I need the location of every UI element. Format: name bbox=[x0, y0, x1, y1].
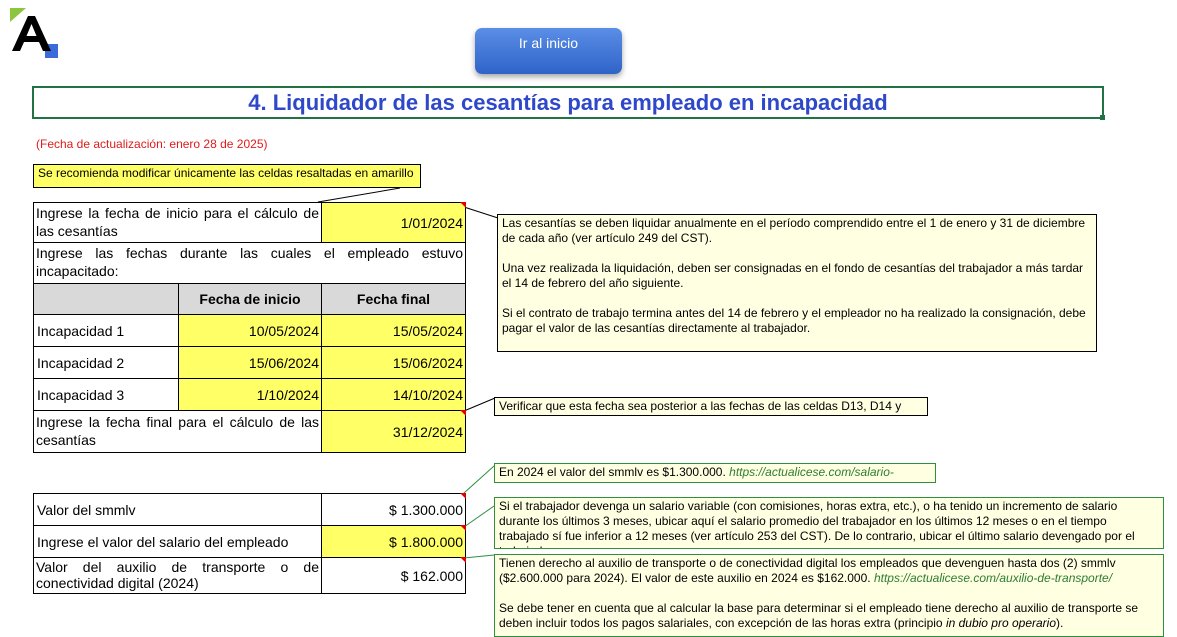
incapacity-2-label: Incapacidad 2 bbox=[33, 346, 179, 379]
incapacity-1-label: Incapacidad 1 bbox=[33, 314, 179, 347]
incapacity-2-end[interactable]: 15/06/2024 bbox=[321, 346, 466, 379]
comment-indicator bbox=[460, 557, 466, 563]
cesantias-comment-p3: Si el contrato de trabajo termina antes … bbox=[502, 306, 1086, 335]
comment-indicator bbox=[460, 525, 466, 531]
verify-comment: Verificar que esta fecha sea posterior a… bbox=[494, 397, 928, 416]
transport-link[interactable]: https://actualicese.com/auxilio-de-trans… bbox=[874, 571, 1112, 585]
col-header-end: Fecha final bbox=[321, 283, 466, 315]
transport-value: $ 162.000 bbox=[400, 567, 463, 584]
cesantias-comment: Las cesantías se deben liquidar anualmen… bbox=[497, 214, 1097, 352]
cesantias-comment-p2: Una vez realizada la liquidación, deben … bbox=[502, 261, 1084, 290]
smmlv-comment-text: En 2024 el valor del smmlv es $1.300.000… bbox=[499, 465, 726, 479]
salary-label: Ingrese el valor del salario del emplead… bbox=[33, 525, 322, 558]
incapacity-1-start[interactable]: 10/05/2024 bbox=[178, 314, 322, 347]
start-date-value: 1/01/2024 bbox=[400, 214, 463, 231]
salary-value: $ 1.800.000 bbox=[389, 533, 463, 550]
comment-indicator bbox=[460, 410, 466, 416]
salary-input[interactable]: $ 1.800.000 bbox=[321, 525, 466, 558]
start-date-label: Ingrese la fecha de inicio para el cálcu… bbox=[33, 202, 322, 243]
start-date-input[interactable]: 1/01/2024 bbox=[321, 202, 466, 243]
transport-label: Valor del auxilio de transporte o de con… bbox=[33, 557, 322, 594]
transport-comment-p2b: ). bbox=[1056, 616, 1064, 630]
transport-comment: Tienen derecho al auxilio de transporte … bbox=[494, 554, 1164, 637]
end-date-label: Ingrese la fecha final para el cálculo d… bbox=[33, 410, 322, 453]
end-date-input[interactable]: 31/12/2024 bbox=[321, 410, 466, 453]
incapacity-1-end[interactable]: 15/05/2024 bbox=[321, 314, 466, 347]
incapacity-2-start[interactable]: 15/06/2024 bbox=[178, 346, 322, 379]
incapacity-3-label: Incapacidad 3 bbox=[33, 378, 179, 411]
table-header-empty bbox=[33, 283, 179, 315]
col-header-start: Fecha de inicio bbox=[178, 283, 322, 315]
cesantias-comment-p1: Las cesantías se deben liquidar anualmen… bbox=[502, 216, 1086, 245]
salary-comment: Si el trabajador devenga un salario vari… bbox=[494, 497, 1164, 549]
end-date-value: 31/12/2024 bbox=[392, 423, 463, 440]
incapacity-intro: Ingrese las fechas durante las cuales el… bbox=[33, 242, 466, 284]
incapacity-3-start[interactable]: 1/10/2024 bbox=[178, 378, 322, 411]
incapacity-3-end[interactable]: 14/10/2024 bbox=[321, 378, 466, 411]
comment-indicator bbox=[460, 202, 466, 208]
transport-comment-em: in dubio pro operario bbox=[945, 616, 1057, 630]
smmlv-value: $ 1.300.000 bbox=[389, 501, 463, 518]
smmlv-cell: $ 1.300.000 bbox=[321, 493, 466, 526]
smmlv-label: Valor del smmlv bbox=[33, 493, 322, 526]
transport-cell: $ 162.000 bbox=[321, 557, 466, 594]
smmlv-comment: En 2024 el valor del smmlv es $1.300.000… bbox=[494, 463, 936, 483]
comment-indicator bbox=[460, 493, 466, 499]
